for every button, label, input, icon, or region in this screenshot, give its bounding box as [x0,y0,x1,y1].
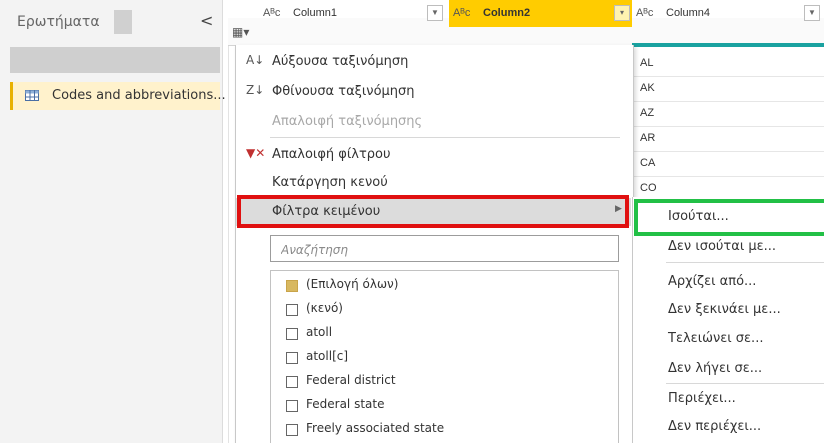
column-name: Column2 [483,7,531,19]
submenu-item-not-equals[interactable]: Δεν ισούται με... [668,239,776,254]
menu-item-label: Φθίνουσα ταξινόμηση [272,84,415,99]
table-icon [25,90,39,101]
column-header-column2[interactable]: Aᴮc Column2 ▾ [449,0,632,27]
sort-ascending-item[interactable]: A↓ Αύξουσα ταξινόμηση [236,48,631,76]
sort-descending-icon: Z↓ [246,83,265,97]
sort-descending-item[interactable]: Z↓ Φθίνουσα ταξινόμηση [236,78,631,106]
menu-divider [666,262,824,263]
table-cell[interactable]: AK [632,76,824,102]
query-group-header[interactable] [10,47,220,73]
remove-empty-item[interactable]: Κατάργηση κενού [236,169,631,197]
checkbox[interactable] [286,328,298,340]
highlight-frame [237,195,629,228]
checkbox[interactable] [286,304,298,316]
cell-value: AZ [640,107,655,119]
submenu-item-not-ends-with[interactable]: Δεν λήγει σε... [668,361,762,376]
value-label: atoll [306,325,333,339]
redacted-block [114,10,132,34]
text-type-icon[interactable]: Aᴮc [636,7,653,19]
column-name: Column4 [666,7,711,19]
table-menu-icon[interactable]: ▦▾ [232,25,249,39]
menu-divider [270,137,620,138]
value-label: Federal district [306,373,396,387]
cell-value: AR [640,132,656,144]
table-cell[interactable]: AL [632,51,824,77]
table-cell[interactable]: AR [632,126,824,152]
checkbox[interactable] [286,400,298,412]
checkbox[interactable] [286,280,298,292]
checkbox[interactable] [286,424,298,436]
collapse-pane-button[interactable]: < [200,11,213,30]
chevron-down-icon[interactable]: ▼ [427,5,443,21]
submenu-item-contains[interactable]: Περιέχει... [668,391,736,406]
menu-item-label: Απαλοιφή ταξινόμησης [272,114,423,129]
value-label: (κενό) [306,301,343,315]
cell-value: CA [640,157,656,169]
submenu-item-not-begins-with[interactable]: Δεν ξεκινάει με... [668,302,781,317]
submenu-item-ends-with[interactable]: Τελειώνει σε... [668,331,763,346]
value-label: atoll[c] [306,349,349,363]
text-type-icon[interactable]: Aᴮc [453,7,470,19]
clear-sort-item[interactable]: Απαλοιφή ταξινόμησης [236,108,631,136]
value-label: Federal state [306,397,385,411]
column-quality-bar [632,43,824,47]
search-input[interactable] [279,238,613,262]
search-field[interactable] [270,235,619,262]
cell-value: AK [640,82,655,94]
column-name: Column1 [293,7,338,19]
value-label: (Επιλογή όλων) [306,277,399,291]
menu-item-label: Αύξουσα ταξινόμηση [272,54,409,69]
cell-value: AL [640,57,654,69]
clear-filter-item[interactable]: ▼✕ Απαλοιφή φίλτρου [236,141,631,169]
checkbox[interactable] [286,376,298,388]
sort-ascending-icon: A↓ [246,53,265,67]
query-item-label: Codes and abbreviations... [52,88,226,103]
selected-indicator [10,82,13,110]
column-header-column4[interactable]: Aᴮc Column4 ▼ [632,0,824,27]
filter-icon[interactable]: ▾ [614,5,630,21]
cell-value: CO [640,182,657,194]
value-label: Freely associated state [306,421,445,435]
menu-item-label: Απαλοιφή φίλτρου [272,147,391,162]
checkbox[interactable] [286,352,298,364]
queries-pane-title: Ερωτήματα [17,14,100,30]
chevron-down-icon[interactable]: ▼ [804,5,820,21]
menu-item-label: Κατάργηση κενού [272,175,388,190]
submenu-item-begins-with[interactable]: Αρχίζει από... [668,274,756,289]
query-item[interactable]: Codes and abbreviations... [10,82,226,110]
highlight-frame [634,199,824,236]
table-cell[interactable]: CA [632,151,824,177]
clear-filter-icon: ▼✕ [246,146,266,160]
menu-divider [666,383,824,384]
table-cell[interactable]: AZ [632,101,824,127]
column-header-column1[interactable]: Aᴮc Column1 ▼ [259,0,449,27]
text-type-icon[interactable]: Aᴮc [263,7,280,19]
submenu-item-not-contains[interactable]: Δεν περιέχει... [668,419,761,434]
